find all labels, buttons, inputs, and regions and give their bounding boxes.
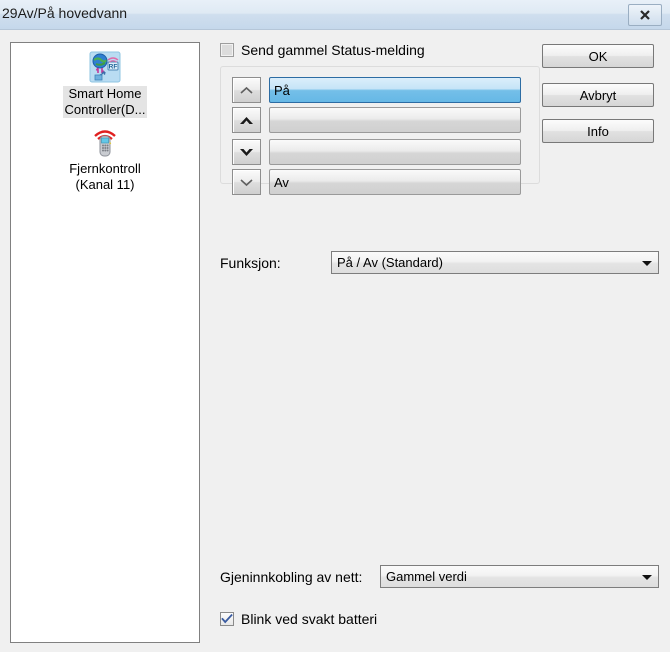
ok-button[interactable]: OK: [542, 44, 654, 68]
levels-groupbox: På Av: [220, 66, 540, 195]
chevron-down-thin-icon-button[interactable]: [232, 169, 261, 195]
funksjon-dropdown[interactable]: På / Av (Standard): [331, 251, 659, 274]
chevron-down-icon: [636, 259, 658, 267]
checkmark-icon: [221, 612, 233, 627]
blink-low-battery-checkbox[interactable]: [220, 612, 234, 626]
level-row-3[interactable]: [232, 139, 521, 165]
device-item-label: Smart Home Controller(D...: [62, 86, 148, 118]
chevron-up-thin-icon-button[interactable]: [232, 77, 261, 103]
funksjon-dropdown-value: På / Av (Standard): [337, 255, 443, 270]
device-item-label: Fjernkontroll (Kanal 11): [69, 161, 141, 192]
close-button[interactable]: [628, 4, 662, 26]
window-title: 29Av/På hovedvann: [2, 5, 128, 21]
device-list-panel[interactable]: RF Smart Home Controller(D... Fjernkontr…: [10, 42, 200, 643]
send-old-status-checkbox[interactable]: [220, 43, 234, 57]
level-value-field-2[interactable]: [269, 107, 521, 133]
gjeninnkobling-label: Gjeninnkobling av nett:: [220, 569, 363, 585]
gjeninnkobling-dropdown[interactable]: Gammel verdi: [380, 565, 659, 588]
send-old-status-checkbox-row[interactable]: Send gammel Status-melding: [220, 42, 425, 58]
chevron-down-icon: [636, 573, 658, 581]
info-button[interactable]: Info: [542, 119, 654, 143]
device-item-smart-home-controller[interactable]: RF Smart Home Controller(D...: [11, 43, 199, 118]
device-item-fjernkontroll[interactable]: Fjernkontroll (Kanal 11): [11, 118, 199, 193]
device-label: Smart Home Controller(D...: [11, 86, 199, 118]
level-row-2[interactable]: [232, 107, 521, 133]
level-row-4[interactable]: Av: [232, 169, 521, 195]
main-content: Send gammel Status-melding På Av OK Avbr…: [212, 36, 660, 646]
arrow-up-bold-icon-button[interactable]: [232, 107, 261, 133]
gjeninnkobling-dropdown-value: Gammel verdi: [386, 569, 467, 584]
arrow-up-bold-icon: [238, 114, 255, 127]
blink-low-battery-checkbox-row[interactable]: Blink ved svakt batteri: [220, 611, 377, 627]
funksjon-label: Funksjon:: [220, 255, 281, 271]
device-label: Fjernkontroll (Kanal 11): [11, 161, 199, 193]
send-old-status-label: Send gammel Status-melding: [241, 42, 425, 58]
level-value-field-3[interactable]: [269, 139, 521, 165]
globe-rf-icon: RF: [87, 49, 123, 85]
svg-text:RF: RF: [109, 64, 118, 71]
chevron-up-thin-icon: [238, 84, 255, 97]
chevron-down-thin-icon: [238, 176, 255, 189]
arrow-down-bold-icon-button[interactable]: [232, 139, 261, 165]
level-value-field-1[interactable]: På: [269, 77, 521, 103]
title-bar: 29Av/På hovedvann: [0, 0, 670, 30]
arrow-down-bold-icon: [238, 146, 255, 159]
remote-control-icon: [87, 124, 123, 160]
cancel-button[interactable]: Avbryt: [542, 83, 654, 107]
close-icon: [638, 8, 652, 22]
blink-low-battery-label: Blink ved svakt batteri: [241, 611, 378, 627]
level-row-1[interactable]: På: [232, 77, 521, 103]
level-value-field-4[interactable]: Av: [269, 169, 521, 195]
